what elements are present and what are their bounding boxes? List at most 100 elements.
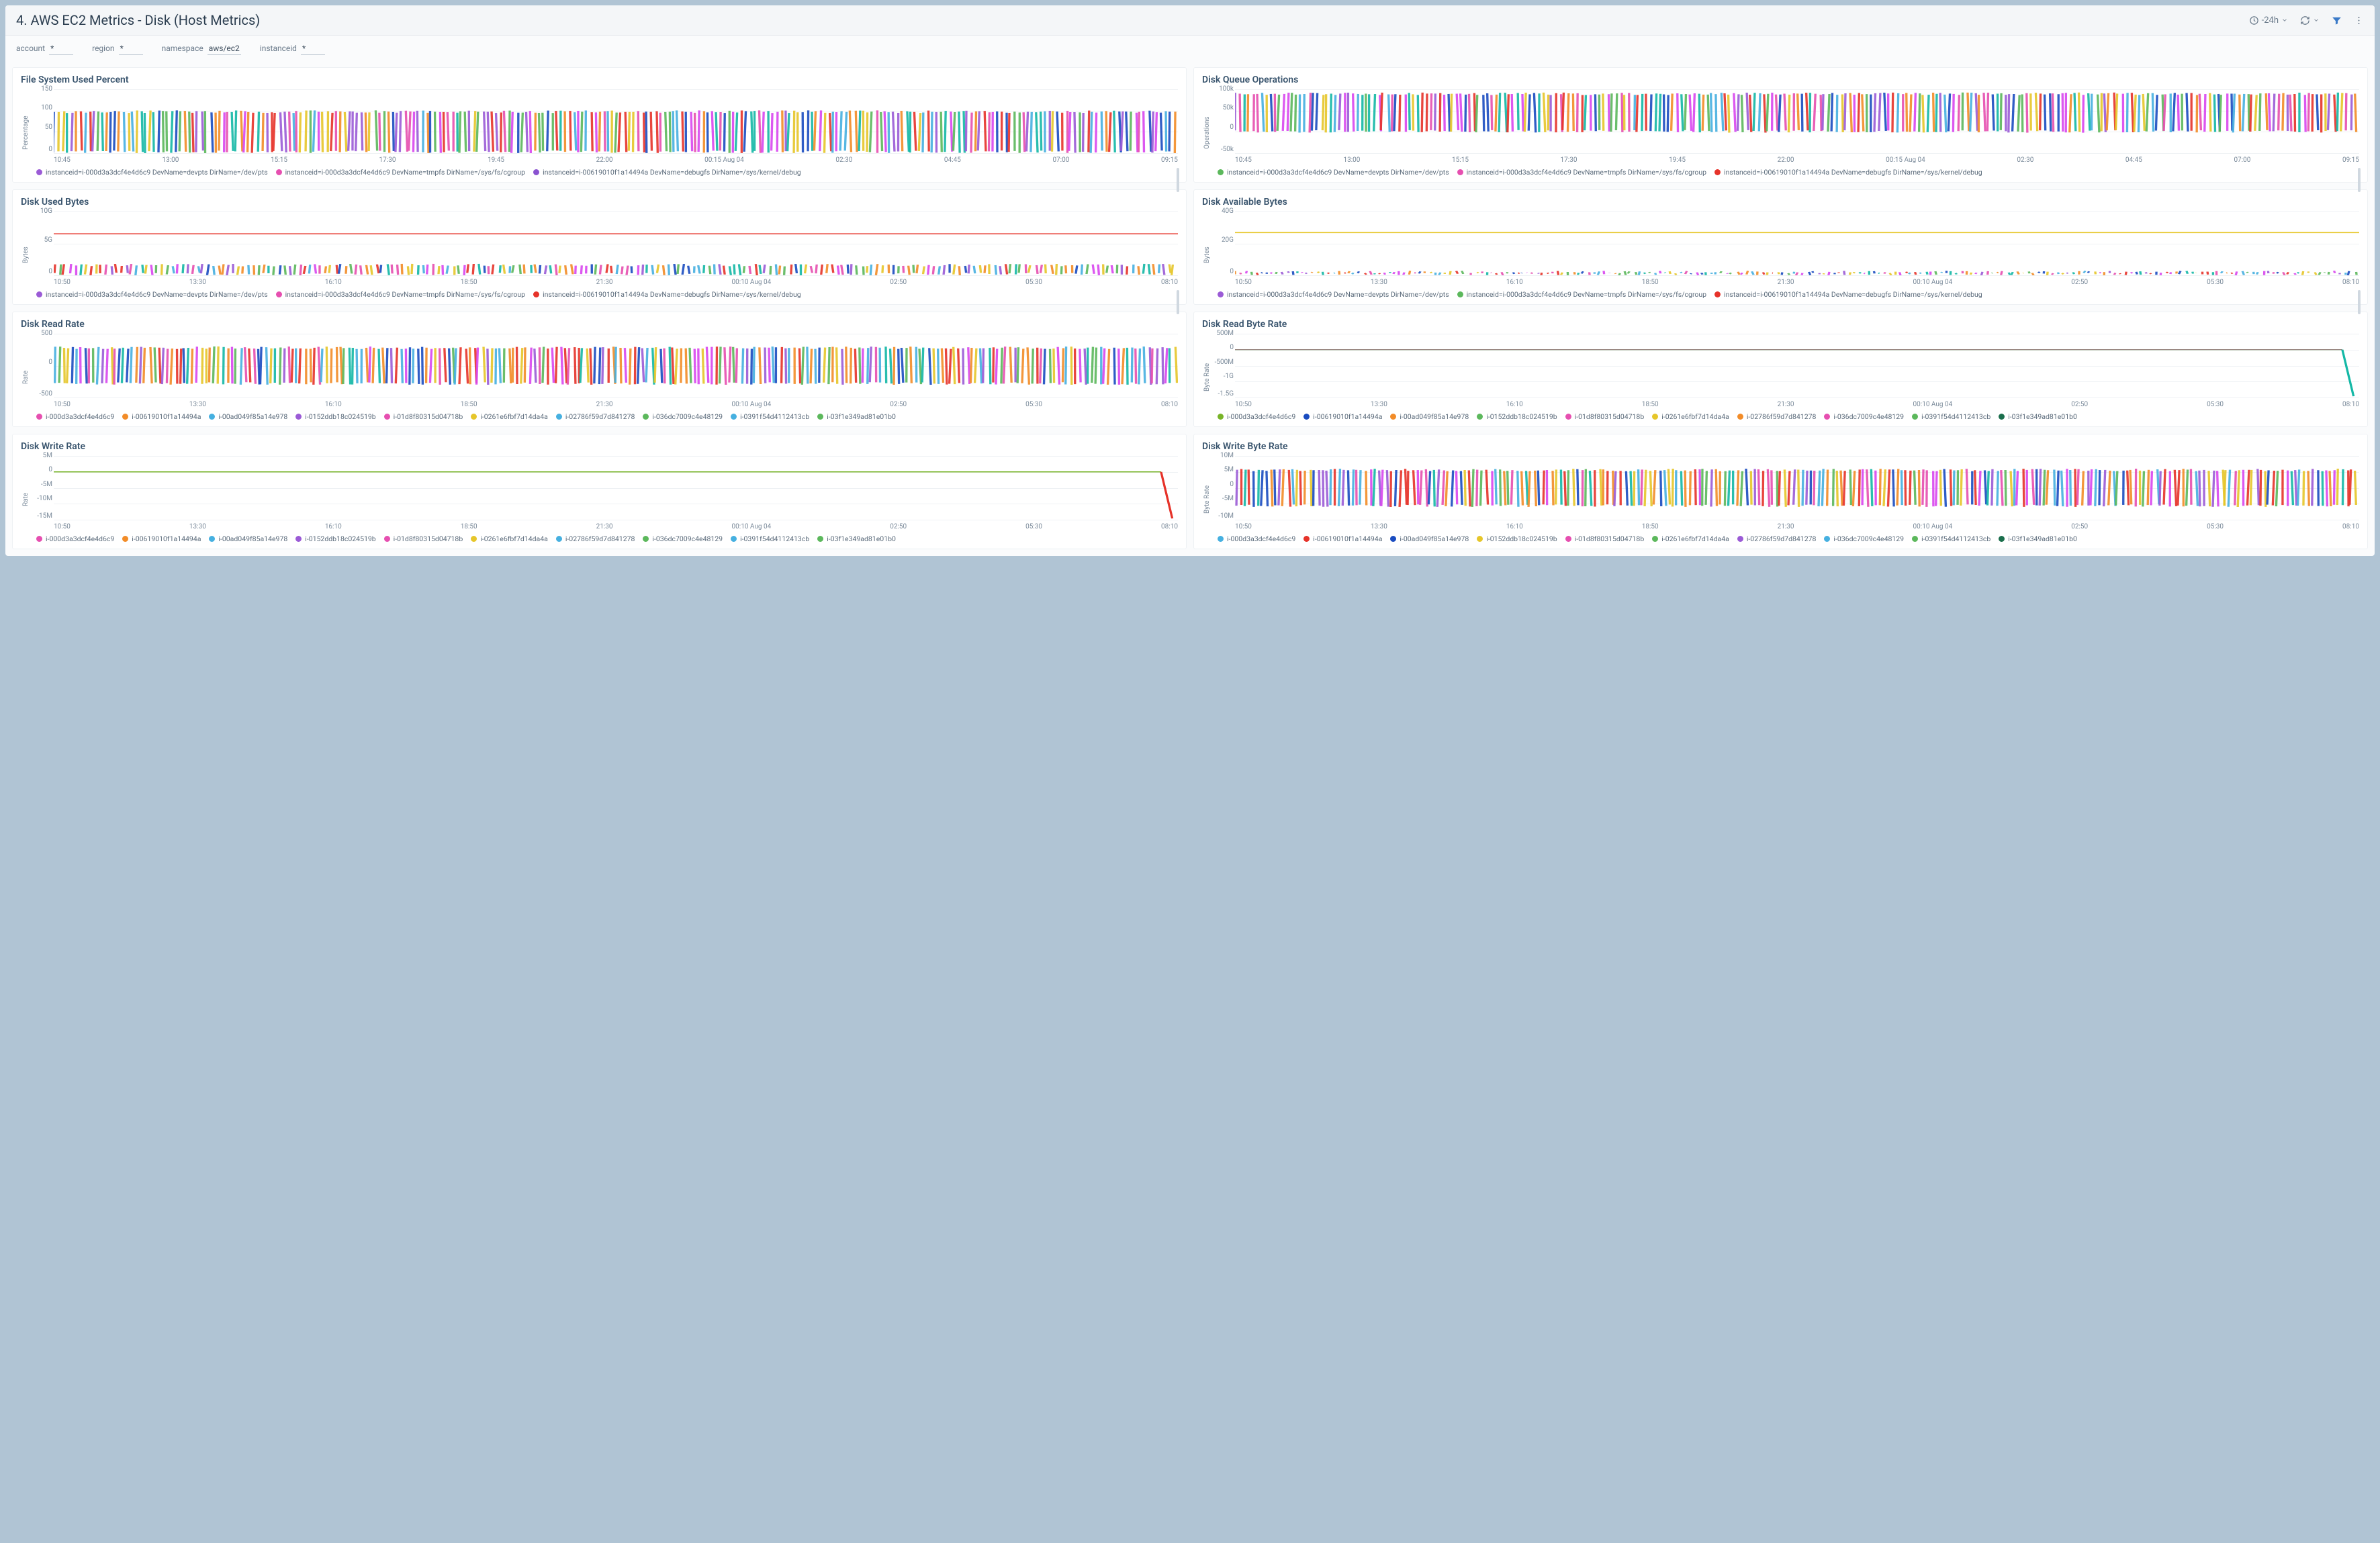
legend-item[interactable]: instanceid=i-000d3a3dcf4e4d6c9 DevName=t… xyxy=(276,290,525,299)
filter-namespace[interactable]: namespaceaws/ec2 xyxy=(162,44,241,55)
legend-item[interactable]: i-000d3a3dcf4e4d6c9 xyxy=(36,534,114,543)
legend-item[interactable]: i-02786f59d7d841278 xyxy=(1737,534,1817,543)
legend-item[interactable]: i-0152ddb18c024519b xyxy=(1477,534,1557,543)
legend-item[interactable]: i-0261e6fbf7d14da4a xyxy=(1652,534,1729,543)
legend-item[interactable]: i-0152ddb18c024519b xyxy=(1477,412,1557,421)
legend-item[interactable]: instanceid=i-000d3a3dcf4e4d6c9 DevName=t… xyxy=(1457,168,1706,177)
legend-item[interactable]: i-0152ddb18c024519b xyxy=(295,534,375,543)
legend-item[interactable]: i-00ad049f85a14e978 xyxy=(1390,534,1469,543)
y-tick: 100k xyxy=(1211,86,1234,93)
chart[interactable]: 10M5M0-5M-10M 10:5013:3016:1018:5021:300… xyxy=(1212,456,2359,543)
legend-item[interactable]: instanceid=i-00619010f1a14494a DevName=d… xyxy=(533,168,801,177)
more-vertical-icon xyxy=(2354,15,2364,26)
filter-bar: account* region* namespaceaws/ec2 instancei… xyxy=(5,36,2375,67)
panel-grid: File System Used Percent Percentage 1501… xyxy=(5,67,2375,556)
plot-area[interactable]: 10M5M0-5M-10M xyxy=(1235,456,2359,520)
legend-item[interactable]: i-01d8f80315d04718b xyxy=(1565,534,1645,543)
legend-item[interactable]: i-00ad049f85a14e978 xyxy=(209,412,287,421)
legend-item[interactable]: instanceid=i-00619010f1a14494a DevName=d… xyxy=(1714,168,1982,177)
legend-item[interactable]: i-0261e6fbf7d14da4a xyxy=(471,412,548,421)
legend-item[interactable]: i-036dc7009c4e48129 xyxy=(1824,412,1904,421)
legend-item[interactable]: instanceid=i-000d3a3dcf4e4d6c9 DevName=d… xyxy=(36,290,268,299)
plot-area[interactable]: 150100500 xyxy=(54,89,1178,154)
filter-instanceid[interactable]: instanceid* xyxy=(260,44,325,55)
legend-item[interactable]: i-0391f54d4112413cb xyxy=(731,412,809,421)
legend-item[interactable]: i-00619010f1a14494a xyxy=(122,534,201,543)
y-tick: -5M xyxy=(1211,496,1234,502)
legend-item[interactable]: instanceid=i-000d3a3dcf4e4d6c9 DevName=d… xyxy=(1218,290,1449,299)
legend-item[interactable]: i-00619010f1a14494a xyxy=(1303,534,1382,543)
y-tick: -10M xyxy=(30,496,52,502)
plot-area[interactable]: 40G20G0 xyxy=(1235,212,2359,276)
legend-item[interactable]: i-00ad049f85a14e978 xyxy=(209,534,287,543)
legend-item[interactable]: i-0391f54d4112413cb xyxy=(1912,412,1990,421)
legend-scrollbar[interactable] xyxy=(2358,290,2361,314)
legend-item[interactable]: i-00619010f1a14494a xyxy=(122,412,201,421)
time-range-picker[interactable]: -24h xyxy=(2249,15,2288,26)
legend-item[interactable]: i-02786f59d7d841278 xyxy=(556,534,635,543)
legend-item[interactable]: i-02786f59d7d841278 xyxy=(556,412,635,421)
chart[interactable]: 5M0-5M-10M-15M 10:5013:3016:1018:5021:30… xyxy=(31,456,1178,543)
plot-area[interactable]: 5M0-5M-10M-15M xyxy=(54,456,1178,520)
plot-area[interactable]: 100k50k0-50k xyxy=(1235,89,2359,154)
legend-item[interactable]: i-0261e6fbf7d14da4a xyxy=(471,534,548,543)
filter-region[interactable]: region* xyxy=(92,44,142,55)
panel-title: Disk Write Byte Rate xyxy=(1202,441,2359,452)
legend-item[interactable]: i-00ad049f85a14e978 xyxy=(1390,412,1469,421)
plot-area[interactable]: 5000-500 xyxy=(54,334,1178,398)
legend-label: i-01d8f80315d04718b xyxy=(394,534,463,543)
legend-scrollbar[interactable] xyxy=(1177,168,1179,192)
x-tick: 08:10 xyxy=(1161,401,1178,408)
legend-label: instanceid=i-000d3a3dcf4e4d6c9 DevName=t… xyxy=(1467,168,1706,177)
legend-item[interactable]: i-03f1e349ad81e01b0 xyxy=(1999,534,2077,543)
chart[interactable]: 10G5G0 10:5013:3016:1018:5021:3000:10 Au… xyxy=(31,212,1178,299)
legend-item[interactable]: instanceid=i-000d3a3dcf4e4d6c9 DevName=t… xyxy=(276,168,525,177)
x-tick: 08:10 xyxy=(2342,401,2359,408)
legend-dot xyxy=(1303,536,1310,542)
legend-item[interactable]: instanceid=i-00619010f1a14494a DevName=d… xyxy=(1714,290,1982,299)
legend-item[interactable]: i-036dc7009c4e48129 xyxy=(643,534,723,543)
legend-item[interactable]: i-03f1e349ad81e01b0 xyxy=(817,534,896,543)
legend-item[interactable]: instanceid=i-000d3a3dcf4e4d6c9 DevName=t… xyxy=(1457,290,1706,299)
legend-item[interactable]: i-0152ddb18c024519b xyxy=(295,412,375,421)
legend-dot xyxy=(1824,536,1830,542)
filter-button[interactable] xyxy=(2332,15,2342,26)
legend-item[interactable]: i-036dc7009c4e48129 xyxy=(1824,534,1904,543)
legend-item[interactable]: i-0391f54d4112413cb xyxy=(731,534,809,543)
legend-item[interactable]: i-000d3a3dcf4e4d6c9 xyxy=(1218,534,1295,543)
legend-item[interactable]: i-000d3a3dcf4e4d6c9 xyxy=(1218,412,1295,421)
legend-item[interactable]: i-01d8f80315d04718b xyxy=(384,534,463,543)
legend-item[interactable]: instanceid=i-00619010f1a14494a DevName=d… xyxy=(533,290,801,299)
refresh-button[interactable] xyxy=(2300,15,2320,26)
legend-scrollbar[interactable] xyxy=(2358,168,2361,192)
more-menu-button[interactable] xyxy=(2354,15,2364,26)
legend-label: i-00ad049f85a14e978 xyxy=(218,534,287,543)
legend-dot xyxy=(1390,414,1396,420)
chart[interactable]: 150100500 10:4513:0015:1517:3019:4522:00… xyxy=(31,89,1178,177)
panel-disk_queue: Disk Queue Operations Operations 100k50k… xyxy=(1193,67,2368,183)
chart[interactable]: 100k50k0-50k 10:4513:0015:1517:3019:4522… xyxy=(1212,89,2359,177)
x-tick: 16:10 xyxy=(325,523,342,530)
legend-item[interactable]: i-0391f54d4112413cb xyxy=(1912,534,1990,543)
legend-item[interactable]: i-01d8f80315d04718b xyxy=(384,412,463,421)
filter-icon xyxy=(2332,15,2342,26)
panel-disk_avail_bytes: Disk Available Bytes Bytes 40G20G0 10:50… xyxy=(1193,189,2368,305)
plot-area[interactable]: 500M0-500M-1G-1.5G xyxy=(1235,334,2359,398)
plot-area[interactable]: 10G5G0 xyxy=(54,212,1178,276)
legend-scrollbar[interactable] xyxy=(1177,290,1179,314)
legend-item[interactable]: instanceid=i-000d3a3dcf4e4d6c9 DevName=d… xyxy=(1218,168,1449,177)
legend-item[interactable]: i-03f1e349ad81e01b0 xyxy=(1999,412,2077,421)
legend-item[interactable]: i-036dc7009c4e48129 xyxy=(643,412,723,421)
legend-item[interactable]: i-03f1e349ad81e01b0 xyxy=(817,412,896,421)
legend-item[interactable]: i-00619010f1a14494a xyxy=(1303,412,1382,421)
filter-account[interactable]: account* xyxy=(16,44,73,55)
legend-item[interactable]: i-01d8f80315d04718b xyxy=(1565,412,1645,421)
chart[interactable]: 500M0-500M-1G-1.5G 10:5013:3016:1018:502… xyxy=(1212,334,2359,421)
legend-item[interactable]: instanceid=i-000d3a3dcf4e4d6c9 DevName=d… xyxy=(36,168,268,177)
legend-dot xyxy=(556,536,562,542)
legend-item[interactable]: i-000d3a3dcf4e4d6c9 xyxy=(36,412,114,421)
legend-item[interactable]: i-0261e6fbf7d14da4a xyxy=(1652,412,1729,421)
chart[interactable]: 5000-500 10:5013:3016:1018:5021:3000:10 … xyxy=(31,334,1178,421)
chart[interactable]: 40G20G0 10:5013:3016:1018:5021:3000:10 A… xyxy=(1212,212,2359,299)
legend-item[interactable]: i-02786f59d7d841278 xyxy=(1737,412,1817,421)
